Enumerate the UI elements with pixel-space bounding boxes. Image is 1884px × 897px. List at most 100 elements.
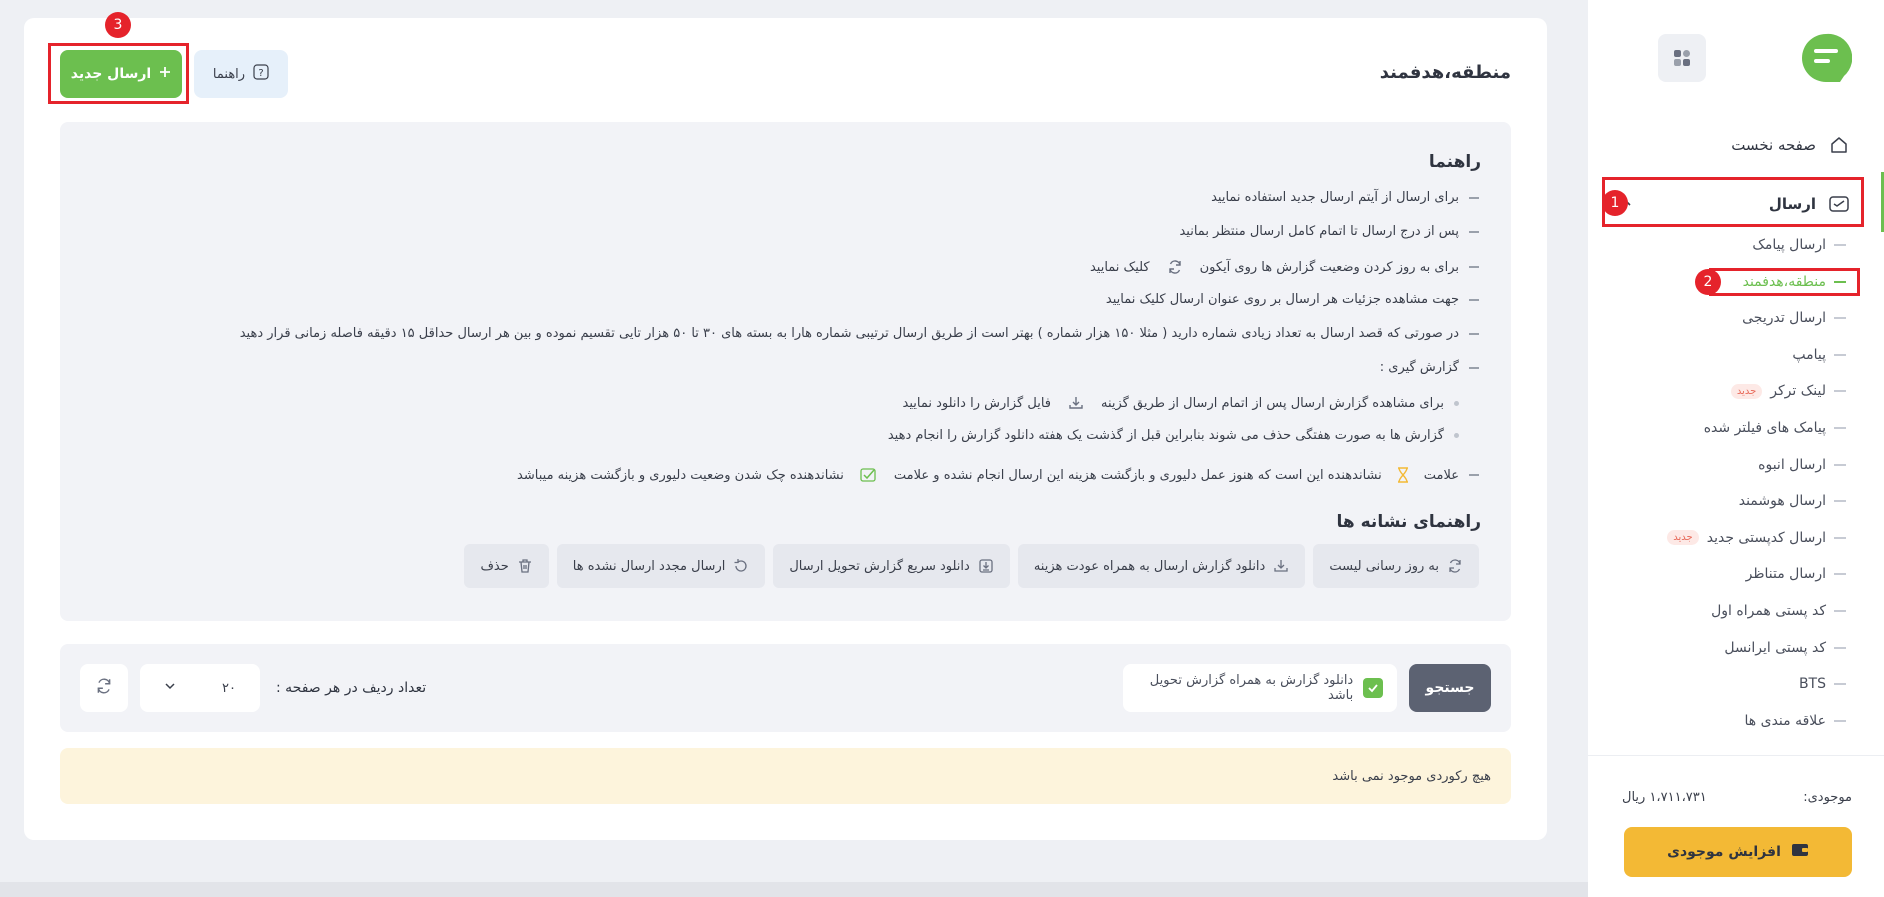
bullet-dash: [1469, 196, 1479, 199]
refresh-button[interactable]: [80, 664, 128, 712]
guide-line: برای ارسال از آیتم ارسال جدید استفاده نم…: [1211, 190, 1479, 205]
logo-icon[interactable]: [1800, 32, 1853, 84]
increase-balance-button[interactable]: افزایش موجودی: [1624, 827, 1852, 877]
help-icon: ?: [253, 64, 269, 84]
legend-chip: به روز رسانی لیست: [1313, 544, 1479, 588]
checklist-icon: [860, 466, 878, 484]
guide-text: کلیک نمایید: [1089, 259, 1150, 275]
sidebar-subitem[interactable]: لینک ترکر جدید: [1646, 379, 1846, 403]
rows-per-page-select[interactable]: ۲۰: [140, 664, 260, 712]
guide-text: گزارش ها به صورت هفتگی حذف می شوند بنابر…: [887, 428, 1444, 443]
sidebar-subitem-label: علاقه مندی ها: [1744, 712, 1826, 729]
bottom-scroll-strip: [0, 882, 1588, 897]
sidebar-subitem[interactable]: کد پستی همراه اول: [1646, 599, 1846, 623]
new-badge: جدید: [1730, 383, 1763, 399]
guide-line: برای به روز کردن وضعیت گزارش ها روی آیکو…: [1090, 258, 1479, 276]
guide-text: در صورتی که قصد ارسال به تعداد زیادی شما…: [239, 326, 1459, 341]
grid-icon: [1674, 50, 1690, 66]
annotation-box-2: [1709, 268, 1860, 296]
guide-text: جهت مشاهده جزئیات هر ارسال بر روی عنوان …: [1105, 292, 1459, 307]
sidebar-subitem-label: BTS: [1798, 676, 1826, 693]
sidebar-subitem[interactable]: ارسال پیامک: [1646, 233, 1846, 257]
rows-per-page-label: تعداد ردیف در هر صفحه :: [276, 680, 427, 696]
bullet-dash: [1834, 390, 1846, 393]
bullet-dot: [1454, 400, 1459, 406]
balance-value: ۱،۷۱۱،۷۳۱ ریال: [1622, 790, 1707, 805]
bullet-dash: [1834, 317, 1846, 320]
refresh-icon: [1166, 258, 1184, 276]
guide-title: راهنما: [1428, 152, 1481, 172]
sidebar-subitem-label: ارسال هوشمند: [1738, 493, 1826, 510]
annotation-box-3: [48, 43, 189, 104]
annotation-badge-3: 3: [105, 12, 131, 38]
sidebar-subitem-label: ارسال پیامک: [1752, 237, 1826, 253]
legend-chip: دانلود گزارش ارسال به همراه عودت هزینه: [1017, 544, 1306, 588]
bullet-dash: [1834, 573, 1846, 576]
sidebar-subitem[interactable]: ارسال انبوه: [1646, 453, 1846, 477]
sidebar-subitem-label: پیامک های فیلتر شده: [1703, 420, 1826, 436]
bullet-dash: [1834, 427, 1846, 429]
guide-text: گزارش گیری :: [1379, 360, 1459, 375]
bullet-dash: [1469, 266, 1479, 268]
trash-icon: [517, 558, 533, 574]
guide-line: گزارش گیری :: [1380, 360, 1479, 375]
sidebar-subitem[interactable]: پیامپ: [1646, 343, 1846, 367]
bullet-dash: [1469, 230, 1479, 233]
new-badge: جدید: [1667, 530, 1699, 546]
report-checkbox-field[interactable]: دانلود گزارش به همراه گزارش تحویل باشد: [1123, 664, 1397, 712]
guide-button[interactable]: ? راهنما: [194, 50, 288, 98]
sidebar-subitem-label: ارسال تدریجی: [1742, 310, 1826, 327]
sidebar-subitem[interactable]: ارسال متناظر: [1646, 562, 1846, 586]
divider: [1588, 755, 1884, 756]
guide-line: در صورتی که قصد ارسال به تعداد زیادی شما…: [240, 326, 1479, 341]
legend-chip-label: دانلود سریع گزارش تحویل ارسال: [789, 558, 970, 574]
chevron-down-icon: [164, 680, 176, 696]
sidebar-item-home[interactable]: صفحه نخست: [1620, 130, 1850, 160]
guide-line: جهت مشاهده جزئیات هر ارسال بر روی عنوان …: [1106, 292, 1479, 307]
bullet-dash: [1834, 500, 1846, 503]
sidebar-subitem[interactable]: ارسال هوشمند: [1646, 489, 1846, 513]
checkbox-checked-icon[interactable]: [1363, 678, 1383, 698]
empty-state-message: هیچ رکوردی موجود نمی باشد: [60, 748, 1511, 804]
sidebar-subitem-label: کد پستی همراه اول: [1711, 603, 1826, 619]
sidebar-subitem[interactable]: کد پستی ایرانسل: [1646, 636, 1846, 660]
bullet-dash: [1834, 353, 1846, 356]
guide-line: پس از درج ارسال تا اتمام کامل ارسال منتظ…: [1179, 224, 1479, 239]
sidebar-subitem[interactable]: علاقه مندی ها: [1646, 709, 1846, 733]
apps-grid-button[interactable]: [1658, 34, 1706, 82]
sidebar-subitem[interactable]: ارسال تدریجی: [1646, 306, 1846, 330]
svg-text:?: ?: [258, 68, 263, 79]
guide-panel: راهنما برای ارسال از آیتم ارسال جدید است…: [60, 122, 1511, 621]
resend-icon: [733, 558, 749, 574]
download-icon: [1273, 558, 1289, 574]
bullet-dash: [1469, 366, 1479, 369]
refresh-icon: [95, 677, 113, 699]
bullet-dash: [1834, 610, 1846, 612]
sidebar-subitem[interactable]: BTS: [1646, 672, 1846, 696]
bullet-dot: [1454, 433, 1459, 438]
legend-chip: ارسال مجدد ارسال نشده ها: [556, 544, 766, 588]
sidebar-subitem-label: ارسال کدپستی جدید: [1706, 529, 1826, 546]
guide-line: علامت نشاندهنده این است که هنوز عمل دلیو…: [517, 466, 1479, 484]
sidebar-item-label: صفحه نخست: [1731, 136, 1816, 154]
page-title: منطقه،هدفمند: [1379, 62, 1511, 83]
guide-text: علامت: [1423, 467, 1459, 483]
sidebar-subitem[interactable]: ارسال کدپستی جدید جدید: [1646, 526, 1846, 550]
sidebar-subitem-label: لینک ترکر: [1770, 383, 1826, 400]
bullet-dash: [1834, 536, 1846, 539]
sidebar-subitem-label: پیامپ: [1792, 346, 1826, 363]
search-button[interactable]: جستجو: [1409, 664, 1491, 712]
guide-text: فایل گزارش را دانلود نمایید: [902, 395, 1051, 411]
bullet-dash: [1834, 719, 1846, 722]
main-card: منطقه،هدفمند ارسال جدید ? راهنما راهنما …: [24, 18, 1547, 840]
guide-text: برای به روز کردن وضعیت گزارش ها روی آیکو…: [1199, 259, 1459, 275]
refresh-icon: [1447, 558, 1463, 574]
guide-subline: گزارش ها به صورت هفتگی حذف می شوند بنابر…: [888, 428, 1459, 443]
sidebar-subitem-label: ارسال انبوه: [1758, 456, 1826, 473]
checkbox-label: دانلود گزارش به همراه گزارش تحویل باشد: [1149, 673, 1354, 703]
guide-text: برای مشاهده گزارش ارسال پس از اتمام ارسا…: [1101, 395, 1444, 411]
bullet-dash: [1834, 683, 1846, 686]
legend-chip-label: حذف: [480, 558, 509, 574]
sidebar-subitem[interactable]: پیامک های فیلتر شده: [1646, 416, 1846, 440]
annotation-badge-2: 2: [1695, 269, 1721, 295]
